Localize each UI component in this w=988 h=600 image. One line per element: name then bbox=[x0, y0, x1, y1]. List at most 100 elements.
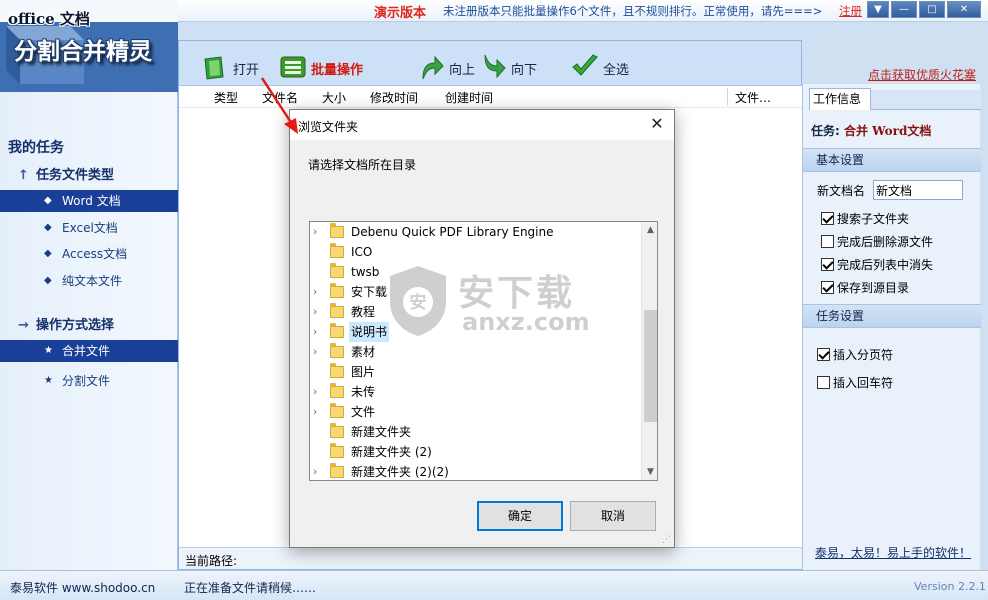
svg-text:安: 安 bbox=[410, 292, 427, 313]
tab-strip bbox=[871, 90, 981, 110]
demo-version-note: 未注册版本只能批量操作6个文件，且不规则排行。正常使用，请先===> bbox=[443, 4, 823, 18]
folder-tree[interactable]: › Debenu Quick PDF Library Engine ICO twsb ›… bbox=[309, 221, 658, 481]
folder-icon bbox=[330, 423, 344, 438]
tree-scrollbar[interactable]: ▲ ▼ bbox=[641, 222, 657, 480]
chevron-right-icon[interactable]: › bbox=[313, 282, 323, 302]
task-sidebar: 我的任务 ↑ 任务文件类型 ◆ Word 文档 ◆ Excel文档 ◆ Access文档… bbox=[0, 92, 178, 570]
folder-icon bbox=[330, 303, 344, 318]
promo-link[interactable]: 点击获取优质火花塞 bbox=[868, 66, 976, 83]
select-all-button[interactable]: 全选 bbox=[571, 53, 633, 79]
operation-section-header[interactable]: → 操作方式选择 bbox=[18, 314, 114, 333]
folder-tree-item[interactable]: › Debenu Quick PDF Library Engine bbox=[310, 222, 641, 242]
folder-tree-item[interactable]: › 未传 bbox=[310, 382, 641, 402]
chevron-right-icon[interactable]: › bbox=[313, 222, 323, 242]
logo-subtitle: office 文档 bbox=[8, 10, 90, 28]
tab-work-info[interactable]: 工作信息 bbox=[809, 88, 871, 110]
scroll-thumb[interactable] bbox=[644, 310, 657, 422]
checkbox-box bbox=[821, 212, 834, 225]
window-menu-button[interactable]: ▼ bbox=[867, 1, 889, 18]
sidebar-item-word[interactable]: ◆ Word 文档 bbox=[0, 190, 178, 212]
sidebar-item-access[interactable]: ◆ Access文档 bbox=[0, 243, 178, 265]
slogan-link[interactable]: 泰易，太易！易上手的软件！ bbox=[815, 544, 971, 561]
dialog-prompt: 请选择文档所在目录 bbox=[308, 158, 417, 172]
move-down-button[interactable]: 向下 bbox=[479, 53, 541, 79]
save-to-source-checkbox[interactable]: 保存到源目录 bbox=[821, 279, 909, 296]
folder-name: 教程 bbox=[351, 305, 376, 319]
sidebar-item-excel[interactable]: ◆ Excel文档 bbox=[0, 217, 178, 239]
folder-icon bbox=[330, 263, 344, 278]
star-icon: ★ bbox=[44, 345, 53, 356]
folder-tree-item[interactable]: ICO bbox=[310, 242, 641, 262]
dialog-title-bar[interactable]: 浏览文件夹 ✕ bbox=[290, 110, 674, 140]
chevron-right-icon[interactable]: › bbox=[313, 402, 323, 422]
chevron-right-icon[interactable]: › bbox=[313, 462, 323, 480]
logo-title: 分割合并精灵 bbox=[14, 39, 152, 65]
app-logo: office 文档 分割合并精灵 bbox=[0, 0, 178, 92]
ok-button[interactable]: 确定 bbox=[477, 501, 563, 531]
folder-tree-item[interactable]: › 新建文件夹 (2)(2) bbox=[310, 462, 641, 480]
folder-tree-item[interactable]: 新建文件夹 (2) bbox=[310, 442, 641, 462]
sidebar-item-text[interactable]: ◆ 纯文本文件 bbox=[0, 270, 178, 292]
chevron-right-icon[interactable]: › bbox=[313, 382, 323, 402]
file-type-section-header[interactable]: ↑ 任务文件类型 bbox=[18, 164, 114, 183]
folder-tree-item[interactable]: 图片 bbox=[310, 362, 641, 382]
column-header-file-path[interactable]: 文件… bbox=[735, 89, 771, 106]
close-icon[interactable]: ✕ bbox=[645, 114, 669, 136]
register-link[interactable]: 注册 bbox=[839, 3, 862, 19]
red-arrow-annotation bbox=[260, 77, 298, 134]
folder-name: 未传 bbox=[351, 385, 376, 399]
checkbox-box bbox=[821, 258, 834, 271]
up-arrow-icon: ↑ bbox=[18, 168, 29, 183]
folder-name: ICO bbox=[351, 245, 373, 259]
folder-icon bbox=[330, 363, 344, 378]
remove-from-list-checkbox[interactable]: 完成后列表中消失 bbox=[821, 256, 933, 273]
close-window-button[interactable]: ✕ bbox=[947, 1, 981, 18]
sidebar-title: 我的任务 bbox=[8, 140, 64, 156]
column-header-modified[interactable]: 修改时间 bbox=[370, 89, 418, 106]
folder-name: 说明书 bbox=[349, 322, 390, 342]
sidebar-item-merge[interactable]: ★ 合并文件 bbox=[0, 340, 178, 362]
dialog-title: 浏览文件夹 bbox=[298, 120, 359, 134]
diamond-icon: ◆ bbox=[44, 195, 52, 206]
task-settings-header: 任务设置 bbox=[803, 304, 981, 328]
company-link[interactable]: 泰易软件 www.shodoo.cn bbox=[10, 579, 155, 596]
delete-source-checkbox[interactable]: 完成后删除源文件 bbox=[821, 233, 933, 250]
watermark: 安 安下载 anxz.com bbox=[386, 262, 606, 342]
resize-grip-icon[interactable]: ⋰ bbox=[662, 535, 672, 545]
open-folder-icon bbox=[204, 56, 224, 80]
chevron-right-icon[interactable]: › bbox=[313, 302, 323, 322]
move-up-button[interactable]: 向上 bbox=[417, 53, 477, 80]
folder-tree-item[interactable]: 新建文件夹 bbox=[310, 422, 641, 442]
folder-name: 素材 bbox=[351, 345, 376, 359]
sidebar-item-split[interactable]: ★ 分割文件 bbox=[0, 370, 178, 392]
folder-icon bbox=[330, 343, 344, 358]
chevron-right-icon[interactable]: › bbox=[313, 342, 323, 362]
folder-tree-item[interactable]: › 文件 bbox=[310, 402, 641, 422]
column-divider[interactable] bbox=[727, 88, 728, 106]
folder-name: 文件 bbox=[351, 405, 376, 419]
folder-icon bbox=[330, 463, 344, 478]
scroll-up-icon[interactable]: ▲ bbox=[642, 222, 657, 238]
folder-tree-item[interactable]: › 素材 bbox=[310, 342, 641, 362]
work-info-panel: 工作信息 任务: 合并 Word文档 基本设置 新文档名 搜索子文件夹 完成后删… bbox=[802, 84, 981, 570]
folder-icon bbox=[330, 323, 344, 338]
folder-name: twsb bbox=[351, 265, 380, 279]
folder-name: 新建文件夹 (2) bbox=[351, 445, 432, 459]
chevron-right-icon[interactable]: › bbox=[313, 322, 323, 342]
scroll-down-icon[interactable]: ▼ bbox=[642, 464, 657, 480]
minimize-button[interactable]: — bbox=[891, 1, 917, 18]
column-header-size[interactable]: 大小 bbox=[322, 89, 346, 106]
folder-name: Debenu Quick PDF Library Engine bbox=[351, 225, 554, 239]
diamond-icon: ◆ bbox=[44, 275, 52, 286]
maximize-button[interactable]: □ bbox=[919, 1, 945, 18]
insert-page-break-checkbox[interactable]: 插入分页符 bbox=[817, 346, 893, 363]
new-doc-name-input[interactable] bbox=[873, 180, 963, 200]
insert-line-break-checkbox[interactable]: 插入回车符 bbox=[817, 374, 893, 391]
column-header-type[interactable]: 类型 bbox=[214, 89, 238, 106]
search-subfolders-checkbox[interactable]: 搜索子文件夹 bbox=[821, 210, 909, 227]
checkbox-box bbox=[821, 281, 834, 294]
diamond-icon: ◆ bbox=[44, 222, 52, 233]
open-button[interactable]: 打开 bbox=[201, 53, 261, 80]
column-header-created[interactable]: 创建时间 bbox=[445, 89, 493, 106]
cancel-button[interactable]: 取消 bbox=[570, 501, 656, 531]
